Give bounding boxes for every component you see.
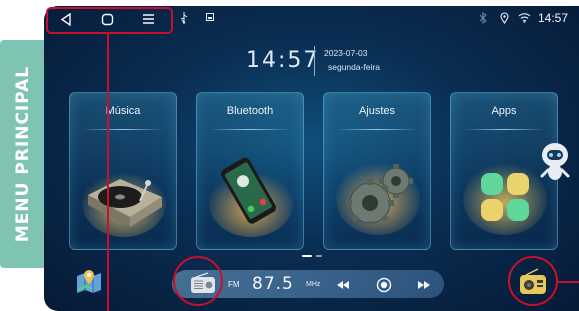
status-time: 14:57 xyxy=(538,11,569,25)
gears-icon xyxy=(336,163,420,235)
wifi-icon xyxy=(518,12,531,26)
radio-app-highlight xyxy=(508,256,558,306)
tile-divider xyxy=(336,129,418,130)
tile-music[interactable]: Música xyxy=(69,92,177,250)
head-unit-screen: 14:57 14:57 2023-07-03 segunda-feira Mús… xyxy=(44,6,579,311)
location-icon xyxy=(500,12,509,27)
bluetooth-icon xyxy=(479,12,487,27)
seek-back-button[interactable] xyxy=(336,280,350,290)
apps-grid-icon xyxy=(463,163,547,235)
nav-buttons-highlight xyxy=(46,7,173,34)
clock-divider xyxy=(314,46,315,76)
side-label: MENU PRINCIPAL xyxy=(13,65,33,243)
tile-label: Bluetooth xyxy=(226,105,274,117)
seek-forward-button[interactable] xyxy=(417,280,431,290)
radio-frequency: 87.5 xyxy=(252,274,294,294)
tile-divider xyxy=(82,129,164,130)
map-navigation-icon[interactable] xyxy=(74,266,104,296)
tile-bluetooth[interactable]: Bluetooth xyxy=(196,92,304,250)
image-icon xyxy=(206,12,214,24)
power-play-button[interactable] xyxy=(376,277,392,293)
tile-divider xyxy=(463,129,545,130)
side-label-tab: MENU PRINCIPAL xyxy=(0,40,46,268)
radio-icon-highlight xyxy=(173,256,223,306)
tile-label: Ajustes xyxy=(358,105,396,117)
radio-unit: MHz xyxy=(306,281,321,288)
clock-weekday: segunda-feira xyxy=(328,62,380,72)
tile-label: Apps xyxy=(491,105,517,117)
tile-label: Música xyxy=(105,105,141,117)
radio-band: FM xyxy=(228,280,240,289)
page-indicator xyxy=(316,255,322,257)
phone-call-icon xyxy=(209,157,293,237)
page-indicator-active xyxy=(302,255,312,257)
usb-icon xyxy=(180,12,188,27)
assistant-robot-icon[interactable] xyxy=(538,140,572,184)
tile-divider xyxy=(209,129,291,130)
tile-settings[interactable]: Ajustes xyxy=(323,92,431,250)
turntable-icon xyxy=(82,169,166,237)
annotation-line xyxy=(558,281,579,283)
annotation-line xyxy=(107,34,109,311)
clock-time: 14:57 xyxy=(246,48,320,73)
clock-date: 2023-07-03 xyxy=(324,48,368,58)
